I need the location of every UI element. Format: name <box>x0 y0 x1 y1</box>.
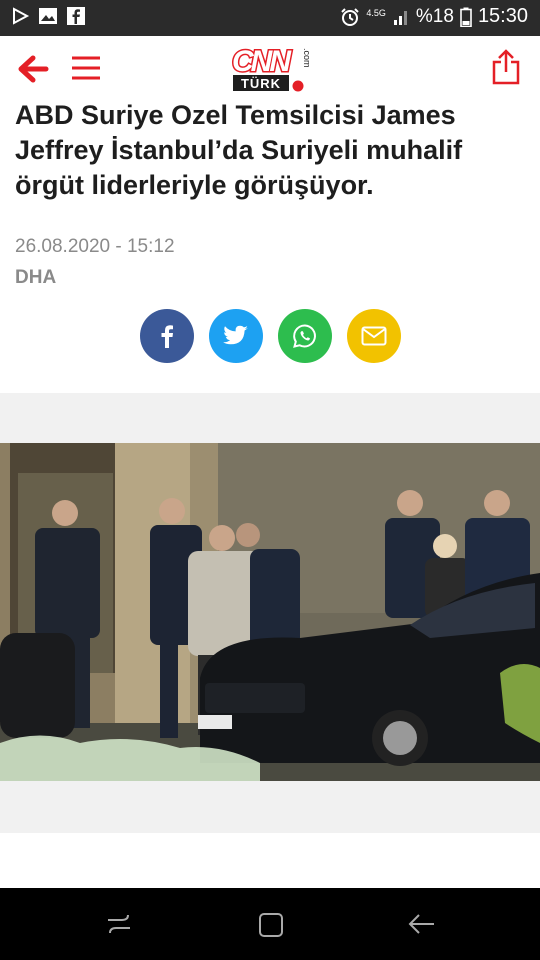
envelope-icon <box>361 326 387 346</box>
logo-turk-text: TÜRK <box>241 76 281 91</box>
app-header: CNN TÜRK .com <box>0 36 540 98</box>
share-icon[interactable] <box>490 48 522 86</box>
hamburger-menu-icon[interactable] <box>70 52 102 84</box>
share-buttons <box>140 309 401 363</box>
battery-percent: %18 <box>415 5 454 27</box>
back-arrow-icon[interactable] <box>16 52 50 86</box>
article-photo[interactable] <box>0 443 540 781</box>
twitter-icon <box>223 325 248 345</box>
battery-icon <box>460 7 472 27</box>
back-icon[interactable] <box>408 912 436 936</box>
clock: 15:30 <box>477 5 528 27</box>
article-source: DHA <box>15 267 57 288</box>
whatsapp-share-button[interactable] <box>278 309 332 363</box>
status-bar: 4.5G %18 15:30 <box>0 0 540 36</box>
android-navigation-bar <box>0 888 540 960</box>
network-type: 4.5G <box>366 8 386 18</box>
recent-apps-icon[interactable] <box>106 912 132 936</box>
gallery-icon <box>39 8 57 24</box>
status-bar-system: 4.5G %18 15:30 <box>340 5 528 28</box>
facebook-share-button[interactable] <box>140 309 194 363</box>
home-icon[interactable] <box>258 912 284 938</box>
logo-cnn-text: CNN <box>232 45 292 78</box>
status-bar-notifications <box>12 6 86 26</box>
cnn-turk-logo[interactable]: CNN TÜRK .com <box>231 44 311 96</box>
play-icon <box>13 7 30 25</box>
whatsapp-icon <box>293 324 316 348</box>
logo-com-text: .com <box>302 48 311 68</box>
signal-icon <box>393 10 407 25</box>
twitter-share-button[interactable] <box>209 309 263 363</box>
article-photo-image <box>0 443 540 781</box>
alarm-icon <box>341 7 360 26</box>
email-share-button[interactable] <box>347 309 401 363</box>
article-date: 26.08.2020 - 15:12 <box>15 236 175 257</box>
facebook-icon <box>67 7 85 25</box>
article-headline: ABD Suriye Ozel Temsilcisi James Jeffrey… <box>15 100 463 200</box>
facebook-icon <box>161 325 173 348</box>
